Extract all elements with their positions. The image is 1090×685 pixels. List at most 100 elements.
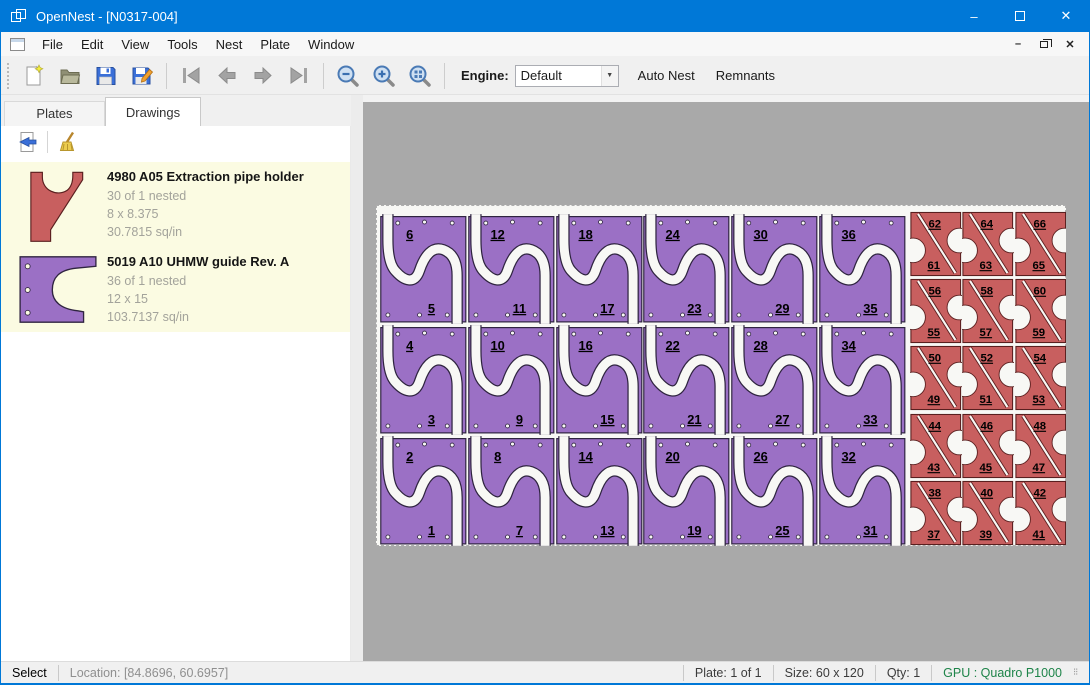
part-number: 9: [516, 412, 523, 427]
nest-pair-red-65-66[interactable]: 66 65: [1015, 211, 1067, 280]
mdi-restore-button[interactable]: [1033, 35, 1055, 53]
nest-pair-purple-21-22[interactable]: 22 21: [643, 325, 730, 438]
nest-pair-purple-23-24[interactable]: 24 23: [643, 214, 730, 327]
part-thumbnail-red: [9, 169, 107, 241]
menu-plate[interactable]: Plate: [251, 34, 299, 55]
tab-strip: Plates Drawings: [1, 95, 351, 126]
drawing-item-4980[interactable]: 4980 A05 Extraction pipe holder 30 of 1 …: [1, 162, 350, 247]
remnants-button[interactable]: Remnants: [707, 64, 784, 87]
first-plate-button[interactable]: [173, 61, 209, 91]
nest-pair-red-53-54[interactable]: 54 53: [1015, 345, 1067, 414]
new-button[interactable]: [16, 61, 52, 91]
nest-pair-purple-33-34[interactable]: 34 33: [819, 325, 906, 438]
tab-drawings[interactable]: Drawings: [105, 97, 201, 126]
nest-pair-red-45-46[interactable]: 46 45: [962, 413, 1014, 482]
nest-pair-purple-29-30[interactable]: 30 29: [731, 214, 818, 327]
nest-pair-purple-35-36[interactable]: 36 35: [819, 214, 906, 327]
part-number: 40: [981, 488, 994, 500]
nest-pair-red-61-62[interactable]: 62 61: [910, 211, 962, 280]
panel-splitter[interactable]: [351, 95, 363, 661]
mdi-close-button[interactable]: ✕: [1059, 35, 1081, 53]
part-number: 65: [1032, 260, 1045, 272]
part-number: 56: [928, 286, 941, 298]
part-number: 61: [927, 260, 940, 272]
nest-pair-purple-5-6[interactable]: 6 5: [380, 214, 467, 327]
menu-tools[interactable]: Tools: [158, 34, 206, 55]
clean-button[interactable]: [54, 129, 82, 155]
part-number: 16: [578, 338, 592, 353]
part-number: 60: [1033, 286, 1046, 298]
nest-pair-red-41-42[interactable]: 42 41: [1015, 480, 1067, 549]
nest-pair-purple-13-14[interactable]: 14 13: [556, 436, 643, 549]
menu-nest[interactable]: Nest: [207, 34, 252, 55]
plate[interactable]: 6 5 12 11 18 17 24 23 30 29 36: [376, 205, 1066, 546]
menu-file[interactable]: File: [33, 34, 72, 55]
nest-pair-purple-1-2[interactable]: 2 1: [380, 436, 467, 549]
part-number: 8: [494, 449, 501, 464]
part-number: 42: [1033, 488, 1046, 500]
minimize-button[interactable]: –: [951, 0, 997, 32]
part-number: 45: [980, 462, 993, 474]
part-number: 2: [406, 449, 413, 464]
nest-pair-purple-19-20[interactable]: 20 19: [643, 436, 730, 549]
nest-pair-red-43-44[interactable]: 44 43: [910, 413, 962, 482]
location-status: Location: [84.8696, 60.6957]: [59, 666, 239, 680]
auto-nest-button[interactable]: Auto Nest: [629, 64, 704, 87]
nest-pair-purple-31-32[interactable]: 32 31: [819, 436, 906, 549]
nest-pair-red-55-56[interactable]: 56 55: [910, 278, 962, 347]
drawing-area: 103.7137 sq/in: [107, 308, 289, 326]
menu-edit[interactable]: Edit: [72, 34, 112, 55]
nest-pair-purple-17-18[interactable]: 18 17: [556, 214, 643, 327]
nest-pair-purple-15-16[interactable]: 16 15: [556, 325, 643, 438]
mdi-minimize-button[interactable]: –: [1007, 35, 1029, 53]
next-plate-button[interactable]: [245, 61, 281, 91]
maximize-button[interactable]: [997, 0, 1043, 32]
part-number: 63: [980, 260, 993, 272]
title-bar: OpenNest - [N0317-004] – ✕: [1, 0, 1089, 32]
drawing-item-5019[interactable]: 5019 A10 UHMW guide Rev. A 36 of 1 neste…: [1, 247, 350, 332]
part-number: 62: [928, 219, 941, 231]
zoom-fit-button[interactable]: [402, 61, 438, 91]
nest-pair-red-39-40[interactable]: 40 39: [962, 480, 1014, 549]
gpu-status: GPU : Quadro P1000: [932, 666, 1073, 680]
part-number: 54: [1033, 353, 1046, 365]
part-number: 37: [927, 529, 940, 541]
save-as-button[interactable]: [124, 61, 160, 91]
zoom-out-button[interactable]: [330, 61, 366, 91]
open-button[interactable]: [52, 61, 88, 91]
part-number: 21: [688, 412, 702, 427]
nest-pair-red-49-50[interactable]: 50 49: [910, 345, 962, 414]
resize-grip[interactable]: ⁝⁝: [1073, 667, 1087, 678]
part-number: 7: [516, 523, 523, 538]
nest-pair-red-59-60[interactable]: 60 59: [1015, 278, 1067, 347]
menu-window[interactable]: Window: [299, 34, 363, 55]
zoom-in-button[interactable]: [366, 61, 402, 91]
menu-view[interactable]: View: [112, 34, 158, 55]
previous-plate-button[interactable]: [209, 61, 245, 91]
zoom-in-icon: [372, 64, 396, 88]
close-button[interactable]: ✕: [1043, 0, 1089, 32]
mdi-child-icon[interactable]: [10, 38, 25, 51]
toolbar-grip[interactable]: [7, 63, 12, 89]
size-status: Size: 60 x 120: [774, 666, 875, 680]
import-drawing-button[interactable]: [13, 129, 41, 155]
tab-plates[interactable]: Plates: [4, 101, 105, 126]
nest-pair-purple-25-26[interactable]: 26 25: [731, 436, 818, 549]
nest-pair-purple-7-8[interactable]: 8 7: [468, 436, 555, 549]
nest-pair-purple-11-12[interactable]: 12 11: [468, 214, 555, 327]
engine-select[interactable]: Default ▼: [515, 65, 619, 87]
nest-pair-red-47-48[interactable]: 48 47: [1015, 413, 1067, 482]
last-plate-button[interactable]: [281, 61, 317, 91]
nest-pair-red-37-38[interactable]: 38 37: [910, 480, 962, 549]
nest-pair-red-57-58[interactable]: 58 57: [962, 278, 1014, 347]
engine-label: Engine:: [461, 68, 509, 83]
nest-pair-red-63-64[interactable]: 64 63: [962, 211, 1014, 280]
save-button[interactable]: [88, 61, 124, 91]
nest-pair-purple-27-28[interactable]: 28 27: [731, 325, 818, 438]
part-number: 26: [754, 449, 768, 464]
nest-canvas[interactable]: 6 5 12 11 18 17 24 23 30 29 36: [363, 95, 1089, 661]
nest-pair-red-51-52[interactable]: 52 51: [962, 345, 1014, 414]
nest-pair-purple-3-4[interactable]: 4 3: [380, 325, 467, 438]
nest-pair-purple-9-10[interactable]: 10 9: [468, 325, 555, 438]
engine-value: Default: [516, 68, 601, 83]
